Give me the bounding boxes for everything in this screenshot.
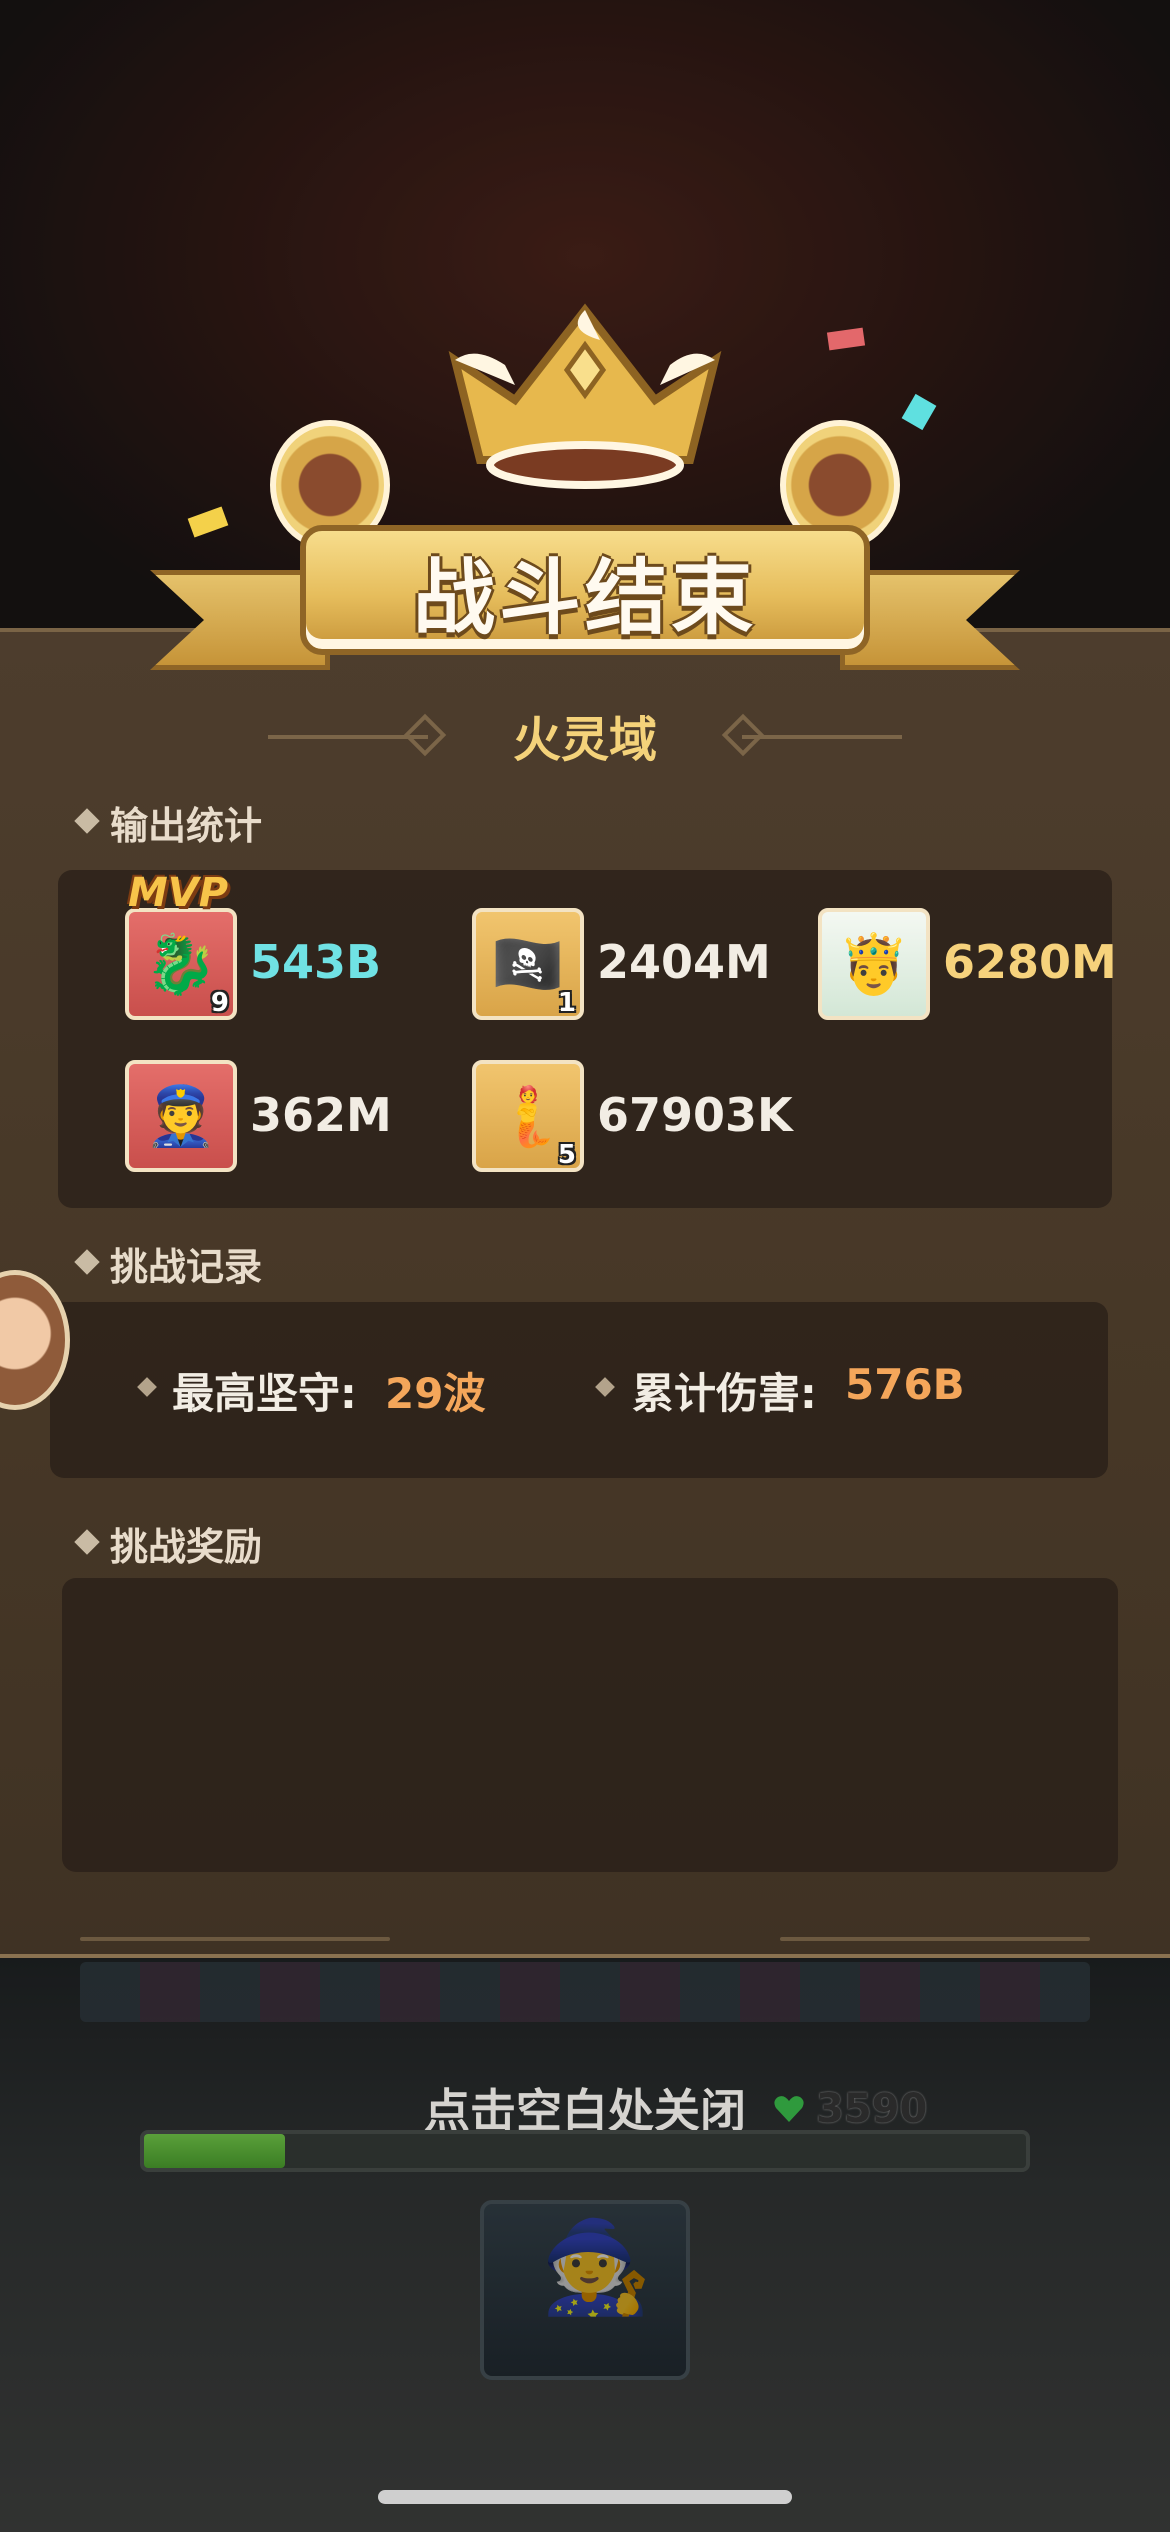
battle-end-title: 战斗结束	[412, 550, 757, 646]
challenge-reward-label: 挑战奖励	[110, 1525, 263, 1569]
knight-dragon-hero-icon: 🐉	[144, 929, 218, 998]
title-ribbon: 战斗结束	[300, 525, 870, 655]
challenge-record-label: 挑战记录	[110, 1245, 263, 1289]
hero-5-portrait[interactable]: 🧜 5	[472, 1060, 584, 1172]
challenge-reward-box	[62, 1578, 1118, 1872]
wave-progress-fill	[144, 2134, 286, 2168]
mvp-badge: MVP	[128, 870, 229, 916]
hero-3-damage: 6280M	[943, 935, 1117, 989]
hero-1-damage: 543B	[250, 935, 382, 989]
pirate-hero-icon: 🏴‍☠️	[491, 929, 565, 998]
wave-progress-bar	[140, 2130, 1030, 2172]
captain-hero-icon: 👮	[144, 1081, 218, 1150]
hero-1-portrait[interactable]: 🐉 9	[125, 908, 237, 1020]
best-hold-label: 最高坚守:	[172, 1369, 357, 1418]
gem-count: 3590	[816, 2086, 928, 2132]
best-hold-value: 29波	[385, 1369, 486, 1418]
crown-icon	[448, 303, 722, 489]
hero-4-damage: 362M	[250, 1088, 392, 1142]
gem-counter: 3590	[772, 2086, 927, 2132]
zone-name: 火灵域	[512, 712, 657, 768]
zone-line-right	[742, 735, 902, 739]
hero-5-damage: 67903K	[597, 1088, 793, 1142]
hero-2-level: 1	[557, 988, 576, 1018]
panel-divider-right	[780, 1937, 1090, 1941]
king-hero-icon: 🤴	[837, 929, 911, 998]
hero-3-portrait[interactable]: 🤴	[818, 908, 930, 1020]
green-heart-icon	[774, 2096, 804, 2122]
total-damage-value: 576B	[845, 1360, 965, 1409]
hero-4-portrait[interactable]: 👮	[125, 1060, 237, 1172]
total-damage-label: 累计伤害:	[632, 1369, 817, 1418]
hero-2-damage: 2404M	[597, 935, 771, 989]
hero-5-level: 5	[557, 1140, 576, 1170]
home-indicator[interactable]	[378, 2490, 792, 2504]
panel-divider-left	[80, 1937, 390, 1941]
hero-1-level: 9	[210, 988, 229, 1018]
output-stats-label: 输出统计	[110, 804, 263, 848]
victory-banner: 战斗结束	[0, 280, 1170, 680]
mermaid-hero-icon: 🧜	[491, 1081, 565, 1150]
hero-2-portrait[interactable]: 🏴‍☠️ 1	[472, 908, 584, 1020]
